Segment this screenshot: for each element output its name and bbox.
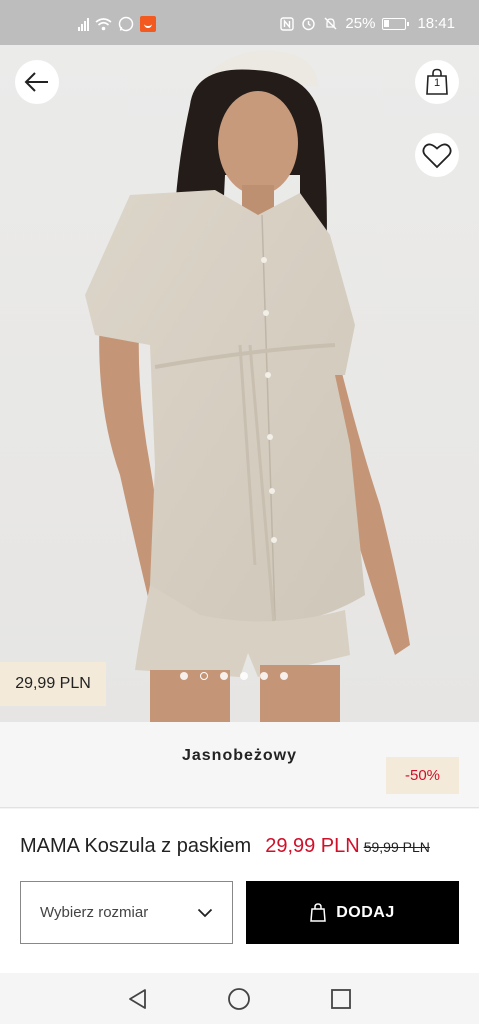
carousel-dot-active[interactable] (200, 672, 208, 680)
carousel-dot[interactable] (260, 672, 268, 680)
status-left (78, 16, 156, 32)
product-title-row: MAMA Koszula z paskiem 29,99 PLN 59,99 P… (20, 835, 460, 858)
favorite-button[interactable] (415, 133, 459, 177)
image-price-tag: 29,99 PLN (0, 662, 106, 706)
mute-icon (324, 17, 337, 30)
triangle-back-icon (129, 989, 146, 1009)
nav-recent-button[interactable] (327, 985, 355, 1013)
bag-icon (310, 903, 327, 922)
color-section: Jasnobeżowy -50% (0, 722, 479, 808)
carousel-dot[interactable] (180, 672, 188, 680)
carousel-indicator (180, 672, 288, 680)
screen: 25% 18:41 1 29,99 PLN Jasnobeżowy -50% M… (0, 0, 479, 1024)
product-photo (85, 50, 410, 722)
carousel-dot[interactable] (240, 672, 248, 680)
chevron-down-icon (197, 908, 213, 917)
product-image-gallery[interactable]: 1 29,99 PLN (0, 45, 479, 722)
bag-count-badge: 1 (433, 77, 441, 89)
circle-home-icon (228, 988, 250, 1010)
aliexpress-icon (140, 16, 156, 32)
nfc-icon (280, 16, 295, 31)
purchase-panel: MAMA Koszula z paskiem 29,99 PLN 59,99 P… (0, 809, 479, 973)
carousel-dot[interactable] (280, 672, 288, 680)
carousel-dot[interactable] (220, 672, 228, 680)
back-button[interactable] (15, 60, 59, 104)
nav-home-button[interactable] (225, 985, 253, 1013)
status-bar: 25% 18:41 (0, 0, 479, 45)
shopping-bag-button[interactable]: 1 (415, 60, 459, 104)
wifi-icon (95, 18, 112, 31)
signal-icon (78, 17, 89, 31)
system-nav-bar (0, 973, 479, 1024)
size-select-label: Wybierz rozmiar (40, 904, 149, 921)
add-to-bag-label: DODAJ (336, 903, 395, 921)
nav-back-button[interactable] (124, 985, 152, 1013)
current-price: 29,99 PLN (265, 835, 360, 857)
discount-badge: -50% (386, 757, 459, 794)
battery-percent: 25% (345, 15, 376, 32)
alarm-icon (302, 17, 316, 31)
product-name: MAMA Koszula z paskiem (20, 835, 252, 857)
arrow-left-icon (24, 72, 48, 92)
square-recent-icon (331, 989, 351, 1009)
heart-icon (422, 143, 452, 168)
status-right: 25% 18:41 (280, 15, 455, 32)
size-select[interactable]: Wybierz rozmiar (20, 881, 233, 944)
whatsapp-icon (118, 16, 134, 32)
original-price: 59,99 PLN (363, 839, 430, 855)
battery-icon (382, 17, 410, 30)
clock: 18:41 (417, 15, 455, 32)
add-to-bag-button[interactable]: DODAJ (246, 881, 459, 944)
